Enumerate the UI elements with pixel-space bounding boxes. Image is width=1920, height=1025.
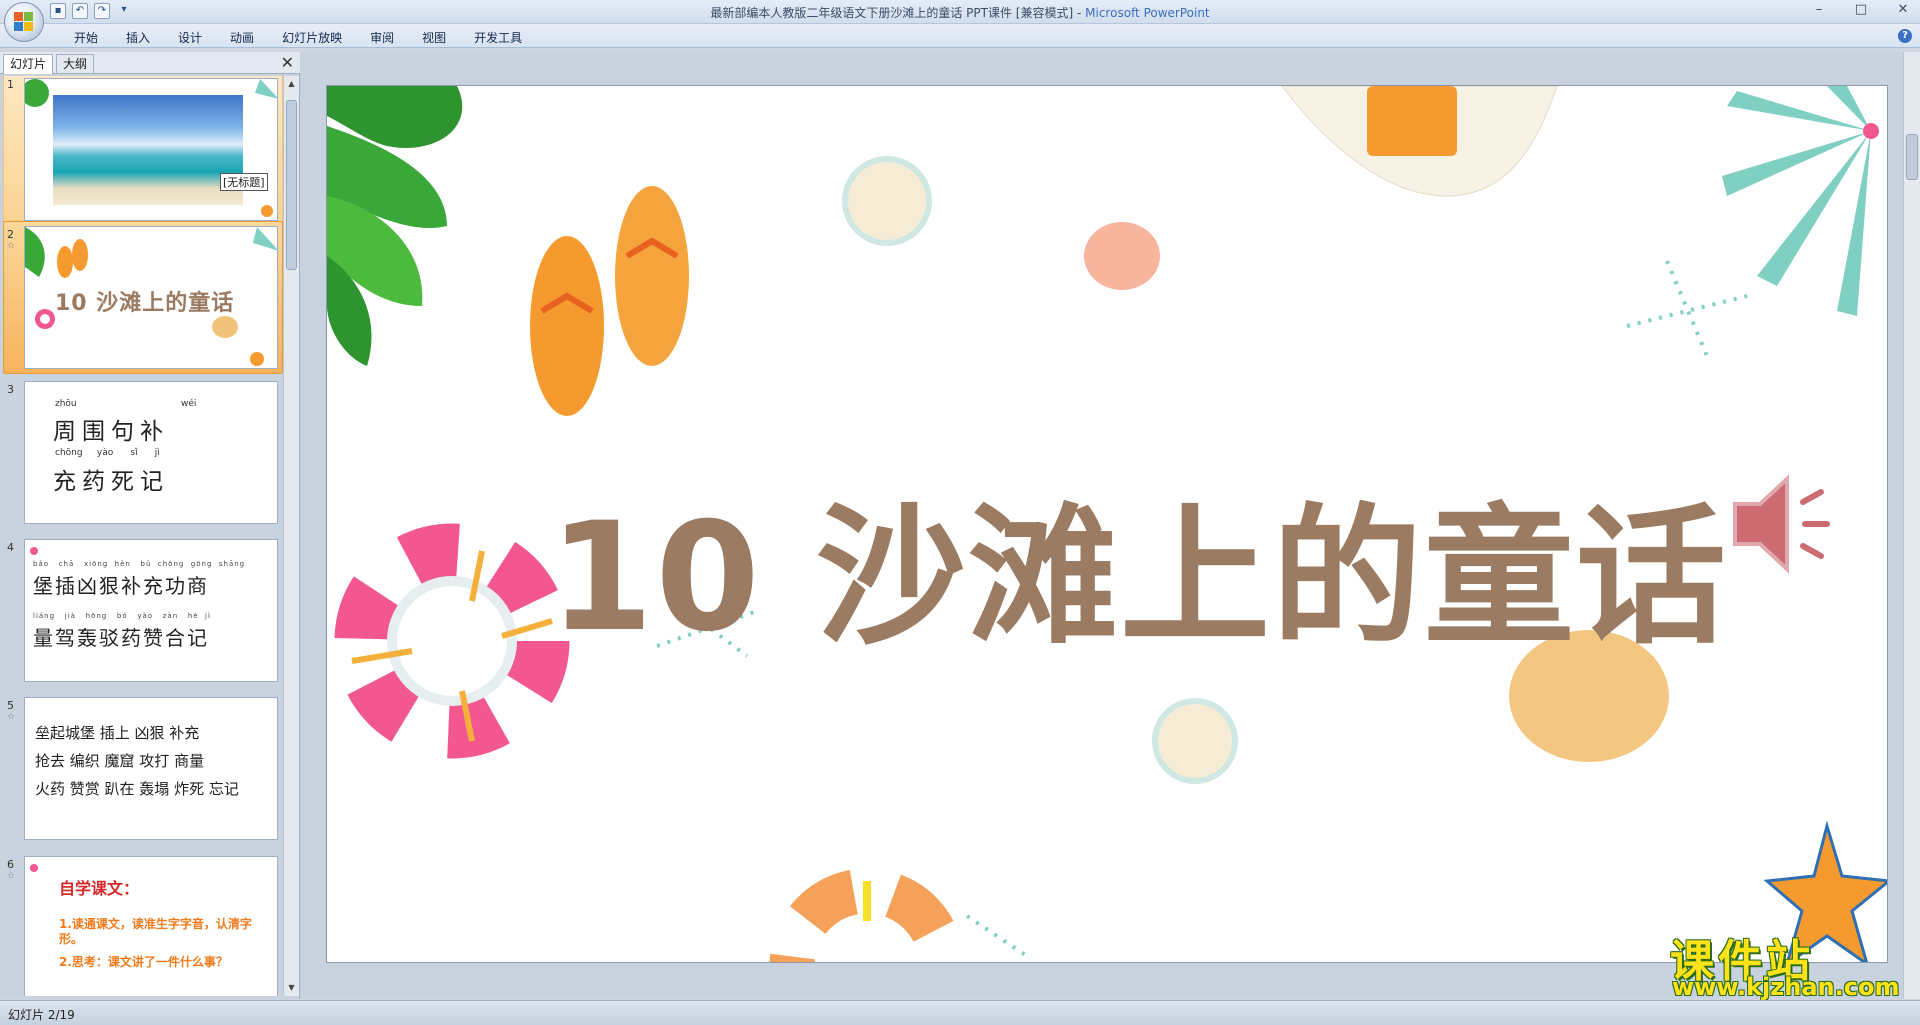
slide-title-thumb: 10 沙滩上的童话: [55, 291, 235, 316]
slide-number: 5 ☆: [7, 699, 16, 722]
speaker-icon[interactable]: [1725, 474, 1835, 574]
flower-icon: [30, 547, 38, 555]
slide-preview: 10 沙滩上的童话: [24, 226, 278, 369]
watermark-url: www.kjzhan.com: [1672, 973, 1900, 1001]
slide-preview: 垒起城堡 插上 凶狠 补充 抢去 编织 魔窟 攻打 商量 火药 赞赏 趴在 轰塌…: [24, 697, 278, 840]
chars-row-1: 周围句补: [53, 419, 169, 445]
office-button[interactable]: [4, 2, 44, 42]
ribbon-tabs: 开始 插入 设计 动画 幻灯片放映 审阅 视图 开发工具: [60, 29, 536, 46]
window-title: 最新部编本人教版二年级语文下册沙滩上的童话 PPT课件 [兼容模式] - Mic…: [0, 4, 1920, 21]
slide-number: 4: [7, 541, 14, 554]
slide-number: 2 ☆: [7, 228, 16, 251]
scrollbar-thumb[interactable]: [286, 100, 297, 270]
current-slide[interactable]: 10 沙滩上的童话: [326, 85, 1888, 963]
close-icon[interactable]: ✕: [1892, 2, 1914, 17]
slide-thumbnails: 1 [无标题] 2 ☆ 10 沙滩上的童话 3 zhōu wéi 周围句补 ch…: [0, 76, 283, 996]
scroll-down-icon[interactable]: ▼: [284, 980, 299, 996]
animation-icon: ☆: [7, 241, 16, 251]
self-study-item-2: 2.思考：课文讲了一件什么事？: [59, 955, 228, 969]
slide-caption: [无标题]: [220, 173, 268, 191]
window-title-app: Microsoft PowerPoint: [1085, 6, 1210, 20]
slide-preview: zhōu wéi jù bǔ 周围句补 chōng yào sǐ jì 充药死记: [24, 381, 278, 524]
chars-row-1: 堡插凶狠补充功商: [33, 574, 209, 598]
flower-icon: [30, 864, 38, 872]
slide-number: 1: [7, 78, 14, 91]
ribbon-tab-bar: 开始 插入 设计 动画 幻灯片放映 审阅 视图 开发工具 ?: [0, 24, 1920, 48]
pinyin-row-2: chōng yào sǐ jì: [55, 448, 160, 458]
pinyin-row-2: liáng jià hōng bó yào zàn hé jì: [33, 612, 211, 620]
small-umbrella: [842, 156, 932, 246]
self-study-heading: 自学课文：: [59, 879, 140, 898]
slide-number: 3: [7, 383, 14, 396]
slide-title[interactable]: 10 沙滩上的童话: [549, 456, 1728, 673]
help-icon[interactable]: ?: [1898, 29, 1912, 43]
flip-flops: [530, 186, 689, 416]
slide-preview: 自学课文： 1.读通课文，读准生字字音，认清字形。 2.思考：课文讲了一件什么事…: [24, 856, 278, 996]
life-ring-bottom: [769, 868, 965, 962]
slide-scrollbar[interactable]: [1903, 52, 1920, 999]
tab-outline[interactable]: 大纲: [56, 54, 95, 74]
slide-number: 6 ☆: [7, 858, 16, 881]
tab-view[interactable]: 视图: [408, 29, 460, 46]
close-pane-icon[interactable]: ✕: [281, 53, 294, 72]
status-bar: 幻灯片 2/19: [0, 1000, 1920, 1025]
beach-bag: [1281, 86, 1558, 197]
word-line-3: 火药 赞赏 趴在 轰塌 炸死 忘记: [35, 780, 239, 798]
scrollbar-thumb[interactable]: [1906, 134, 1918, 180]
window-controls: – □ ✕: [1808, 2, 1914, 17]
tab-insert[interactable]: 插入: [112, 29, 164, 46]
pinyin-row-1: bǎo chā xiōng hěn bǔ chōng gōng shāng: [33, 560, 246, 568]
pinyin-row-1: zhōu wéi jù bǔ: [55, 399, 197, 409]
tab-slideshow[interactable]: 幻灯片放映: [268, 29, 356, 46]
word-line-1: 垒起城堡 插上 凶狠 补充: [35, 724, 200, 742]
office-logo-icon: [14, 12, 34, 32]
slide-preview: [无标题]: [24, 78, 278, 221]
watermark: 课件站 www.kjzhan.com: [1670, 925, 1910, 1001]
word-line-2: 抢去 编织 魔窟 攻打 商量: [35, 752, 205, 770]
window-title-text: 最新部编本人教版二年级语文下册沙滩上的童话 PPT课件 [兼容模式] -: [710, 6, 1082, 20]
tab-animation[interactable]: 动画: [216, 29, 268, 46]
chars-row-2: 量驾轰驳药赞合记: [33, 626, 209, 650]
tab-slides[interactable]: 幻灯片: [3, 54, 54, 74]
beach-photo: [53, 95, 243, 205]
slide-editor: 10 沙滩上的童话: [300, 52, 1903, 999]
slides-pane: 幻灯片 大纲 ✕ 1 [无标题] 2 ☆ 10 沙滩上的童话 3 zhōu wé…: [0, 52, 300, 999]
tab-design[interactable]: 设计: [164, 29, 216, 46]
umbrella-rays: [1722, 86, 1879, 316]
slide-preview: bǎo chā xiōng hěn bǔ chōng gōng shāng 堡插…: [24, 539, 278, 682]
palm-leaves: [327, 86, 463, 366]
animation-icon: ☆: [7, 871, 16, 881]
tab-home[interactable]: 开始: [60, 29, 112, 46]
tab-developer[interactable]: 开发工具: [460, 29, 536, 46]
small-umbrella: [1152, 698, 1238, 784]
scroll-up-icon[interactable]: ▲: [284, 76, 299, 92]
slide-indicator: 幻灯片 2/19: [8, 1008, 75, 1022]
maximize-icon[interactable]: □: [1850, 2, 1872, 17]
thumbnail-scrollbar[interactable]: ▲ ▼: [283, 76, 299, 996]
self-study-item-1: 1.读通课文，读准生字字音，认清字形。: [59, 917, 252, 946]
tab-review[interactable]: 审阅: [356, 29, 408, 46]
animation-icon: ☆: [7, 712, 16, 722]
title-bar: ▪ ↶ ↷ ▾ 最新部编本人教版二年级语文下册沙滩上的童话 PPT课件 [兼容模…: [0, 0, 1920, 24]
chars-row-2: 充药死记: [53, 469, 169, 495]
shell-pink: [1084, 222, 1160, 290]
life-ring: [334, 523, 570, 759]
pane-tabs: 幻灯片 大纲 ✕: [0, 52, 300, 74]
minimize-icon[interactable]: –: [1808, 2, 1830, 17]
